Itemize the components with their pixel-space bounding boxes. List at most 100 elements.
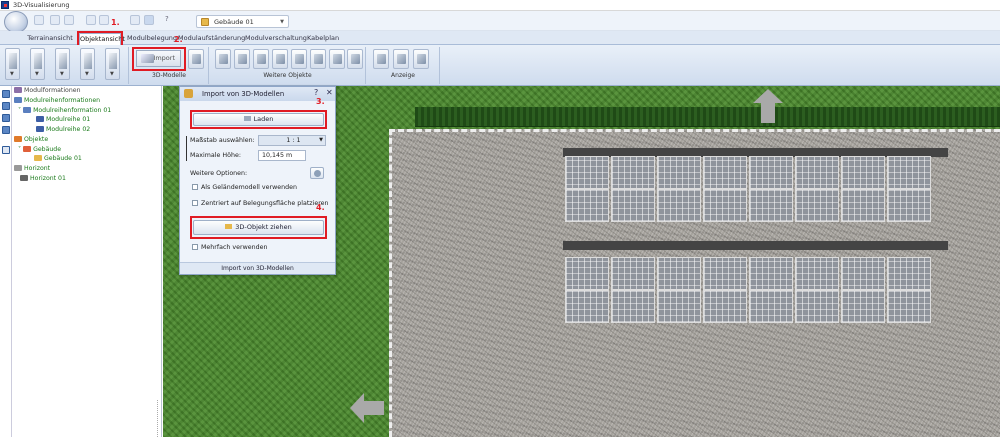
print-icon[interactable] [99,15,109,25]
west-arrow-icon[interactable] [350,393,364,423]
scale-label: Maßstab auswählen: [190,137,255,144]
center-label: Zentriert auf Belegungsfläche platzieren [201,200,329,207]
scale-value: 1 : 1 [286,137,301,144]
render-icon[interactable] [144,15,154,25]
step-4-highlight [190,216,327,239]
save-icon[interactable] [86,15,96,25]
ribbon-group-tools [0,47,129,84]
pin-icon[interactable] [2,146,10,154]
new-icon[interactable] [34,15,44,25]
solar-panel [841,257,885,323]
chevron-down-icon: ▼ [319,137,323,143]
solar-panel [611,257,655,323]
solar-panel [703,156,747,222]
use-terrain-label: Als Geländemodell verwenden [201,184,297,191]
tree-node[interactable]: Horizont 01 [20,175,66,182]
tree-node[interactable]: Modulformationen [14,87,81,94]
layers-icon[interactable] [2,102,10,110]
tab-terrainansicht[interactable]: Terrainansicht [27,33,73,45]
ribbon-group-label: Anzeige [391,72,415,79]
solar-panel [749,156,793,222]
tab-modulverschaltung[interactable]: Modulverschaltung [245,33,307,45]
building-icon [23,146,32,152]
tab-modulbelegung[interactable]: Modulbelegung [127,33,177,45]
close-icon[interactable]: ✕ [326,88,333,97]
title-bar [0,0,1000,11]
module-row-rail [563,241,948,250]
horizon-icon [14,165,22,171]
solar-panel [657,257,701,323]
solar-panel [795,156,839,222]
panel-icon [36,126,44,132]
side-toolbar [0,86,12,437]
more-options-label: Weitere Optionen: [190,170,248,177]
max-height-label: Maximale Höhe: [190,152,241,159]
tab-kabelplan[interactable]: Kabelplan [307,33,339,45]
hedge [415,107,1000,127]
panel-icon [36,116,44,122]
objects-icon [14,136,22,142]
solar-panel [887,257,931,323]
max-height-input[interactable]: 10,145 m [258,150,306,161]
import-dialog: Import von 3D-Modellen ? ✕ Laden 3. Maßs… [179,86,336,275]
tree-scrollbar[interactable] [157,400,161,437]
bracket [186,136,187,161]
tab-modulaufstaenderung[interactable]: Modulaufständerung [178,33,245,45]
module-row-icon [14,97,22,103]
gear-icon [313,170,321,177]
building-select-value: Gebäude 01 [214,18,254,26]
ribbon-group-label: 3D-Modelle [152,72,186,79]
step-2-number: 2. [174,35,183,44]
view-icon[interactable] [130,15,140,25]
step-3-number: 3. [316,97,325,106]
dialog-title: Import von 3D-Modellen [202,90,285,98]
settings-icon[interactable] [64,15,74,25]
tree-node[interactable]: Gebäude 01 [34,155,82,162]
solar-panel [657,156,701,222]
application-menu-button[interactable] [4,11,28,33]
building-icon [201,18,209,26]
grid-icon[interactable] [2,114,10,122]
tree-node[interactable]: Modulreihe 01 [36,116,90,123]
object-tree: Modulformationen Modulreihenformationen … [12,86,162,437]
solar-panel [749,257,793,323]
solar-panel [887,156,931,222]
app-icon [1,1,9,9]
solar-panel [795,257,839,323]
tree-node[interactable]: ˅ Gebäude [18,146,61,153]
ribbon-group-label: Weitere Objekte [263,72,312,79]
solar-panel [565,257,609,323]
dialog-footer: Import von 3D-Modellen [180,262,335,274]
multiple-use-label: Mehrfach verwenden [201,244,268,251]
play-icon[interactable] [2,90,10,98]
solar-panel [703,257,747,323]
info-icon[interactable] [50,15,60,25]
step-3-highlight [190,110,327,129]
building-select[interactable]: Gebäude 01 ▼ [196,15,289,28]
tree-node[interactable]: Objekte [14,136,48,143]
tree-node[interactable]: Horizont [14,165,50,172]
tree-node[interactable]: ˅ Modulreihenformation 01 [18,107,111,114]
module-icon [14,87,22,93]
help-icon[interactable]: ? [314,88,318,97]
help-icon[interactable]: ? [165,15,169,23]
dialog-icon [184,89,193,98]
horizon-icon [20,175,28,181]
solar-panel [841,156,885,222]
chevron-down-icon: ▼ [280,19,284,25]
tree-icon[interactable] [2,126,10,134]
window-title: 3D-Visualisierung [13,1,70,9]
west-arrow-stem [364,401,384,415]
step-1-number: 1. [111,18,120,27]
north-arrow-icon[interactable] [753,89,783,103]
use-terrain-checkbox[interactable] [192,184,198,190]
options-button[interactable] [310,167,324,179]
tree-node[interactable]: Modulreihenformationen [14,97,100,104]
center-checkbox[interactable] [192,200,198,206]
module-row-icon [23,107,32,113]
north-arrow-stem [761,103,775,123]
scale-select[interactable]: 1 : 1 ▼ [258,135,326,146]
multiple-use-checkbox[interactable] [192,244,198,250]
tree-node[interactable]: Modulreihe 02 [36,126,90,133]
step-4-number: 4. [316,203,325,212]
